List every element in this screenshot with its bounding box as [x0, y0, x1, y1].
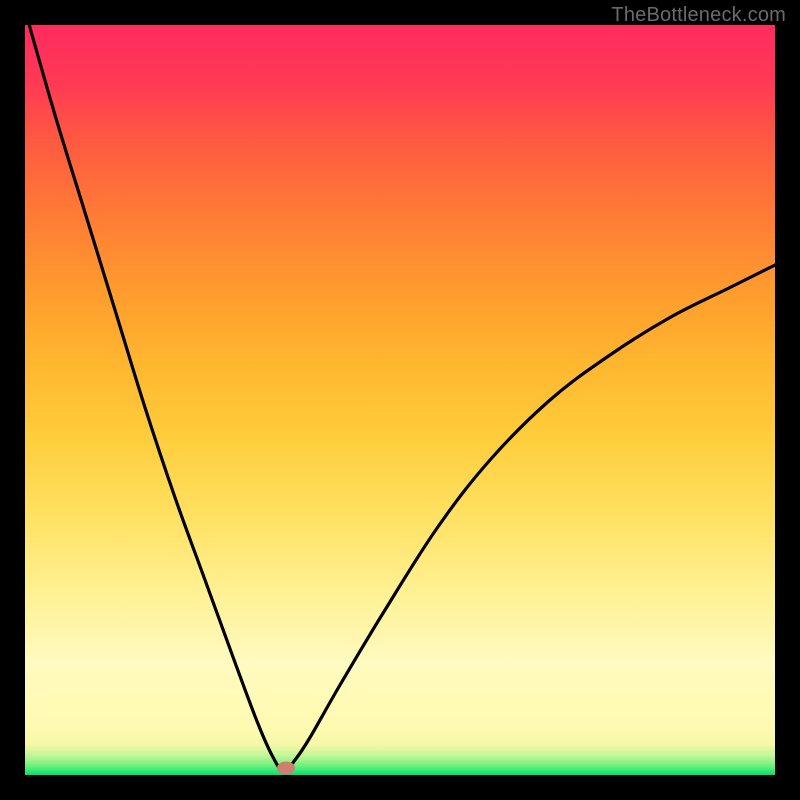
- plot-area: [25, 25, 775, 775]
- chart-frame: TheBottleneck.com: [0, 0, 800, 800]
- bottleneck-curve: [25, 25, 775, 775]
- optimal-point-marker: [277, 762, 295, 775]
- watermark-label: TheBottleneck.com: [611, 4, 786, 27]
